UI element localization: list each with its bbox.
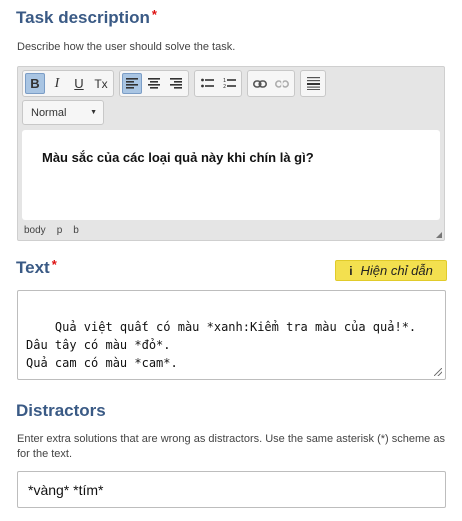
distractors-help: Enter extra solutions that are wrong as … <box>17 433 445 460</box>
toolbar-group-rule <box>300 70 326 97</box>
path-item-body[interactable]: body <box>24 225 46 236</box>
path-item-b[interactable]: b <box>73 225 79 236</box>
remove-format-button[interactable]: Tx <box>91 73 111 94</box>
bulleted-list-button[interactable] <box>197 73 217 94</box>
align-center-button[interactable] <box>144 73 164 94</box>
editor-content-text: Màu sắc của các loại quả này khi chín là… <box>42 150 314 165</box>
unlink-icon <box>275 78 289 89</box>
textarea-resize-icon[interactable] <box>434 368 442 376</box>
numbered-list-icon: 12 <box>223 78 236 89</box>
distractors-input-value: *vàng* *tím* <box>28 482 104 498</box>
element-path-bar: body p b <box>24 225 79 236</box>
format-select-value: Normal <box>31 106 67 119</box>
align-left-icon <box>126 78 138 89</box>
bold-icon: B <box>30 76 40 91</box>
align-right-icon <box>170 78 182 89</box>
numbered-list-button[interactable]: 12 <box>219 73 239 94</box>
italic-button[interactable]: I <box>47 73 67 94</box>
rich-text-editor: B I U Tx 1 2 Normal ▼ Màu sắc của các lo… <box>17 66 445 241</box>
show-tips-label: Hiện chỉ dẫn <box>360 263 433 278</box>
horizontal-line-icon <box>306 77 320 90</box>
unlink-button[interactable] <box>272 73 292 94</box>
text-title: Text * <box>16 258 57 278</box>
align-center-icon <box>148 78 160 89</box>
show-tips-button[interactable]: i Hiện chỉ dẫn <box>335 260 447 281</box>
underline-button[interactable]: U <box>69 73 89 94</box>
form-page: Task description * Describe how the user… <box>0 0 462 521</box>
toolbar-group-links <box>247 70 295 97</box>
toolbar-group-lists: 12 <box>194 70 242 97</box>
distractors-label: Distractors <box>16 401 106 420</box>
link-icon <box>253 79 267 88</box>
text-label: Text <box>16 258 50 277</box>
distractors-title: Distractors <box>16 401 106 421</box>
task-description-title: Task description * <box>16 8 157 28</box>
required-mark: * <box>151 7 157 22</box>
italic-icon: I <box>54 75 60 91</box>
info-icon: i <box>349 263 353 278</box>
distractors-input[interactable]: *vàng* *tím* <box>17 471 446 508</box>
text-textarea[interactable]: Quả việt quất có màu *xanh:Kiểm tra màu … <box>17 290 446 380</box>
editor-toolbar: B I U Tx 1 2 <box>22 70 326 97</box>
link-button[interactable] <box>250 73 270 94</box>
format-select[interactable]: Normal ▼ <box>22 100 104 125</box>
text-textarea-value: Quả việt quất có màu *xanh:Kiểm tra màu … <box>26 320 417 370</box>
remove-format-icon: Tx <box>94 76 108 91</box>
chevron-down-icon: ▼ <box>90 109 97 116</box>
task-description-help: Describe how the user should solve the t… <box>17 41 236 53</box>
task-description-label: Task description <box>16 8 150 27</box>
svg-text:2: 2 <box>223 84 226 89</box>
align-left-button[interactable] <box>122 73 142 94</box>
align-right-button[interactable] <box>166 73 186 94</box>
bold-button[interactable]: B <box>25 73 45 94</box>
toolbar-group-align <box>119 70 189 97</box>
horizontal-line-button[interactable] <box>303 73 323 94</box>
toolbar-group-basic-styles: B I U Tx <box>22 70 114 97</box>
bulleted-list-icon <box>200 78 214 88</box>
path-item-p[interactable]: p <box>57 225 63 236</box>
underline-icon: U <box>74 76 84 91</box>
required-mark: * <box>51 257 57 272</box>
editor-content-area[interactable]: Màu sắc của các loại quả này khi chín là… <box>22 130 440 220</box>
resize-handle-icon[interactable] <box>436 232 442 238</box>
